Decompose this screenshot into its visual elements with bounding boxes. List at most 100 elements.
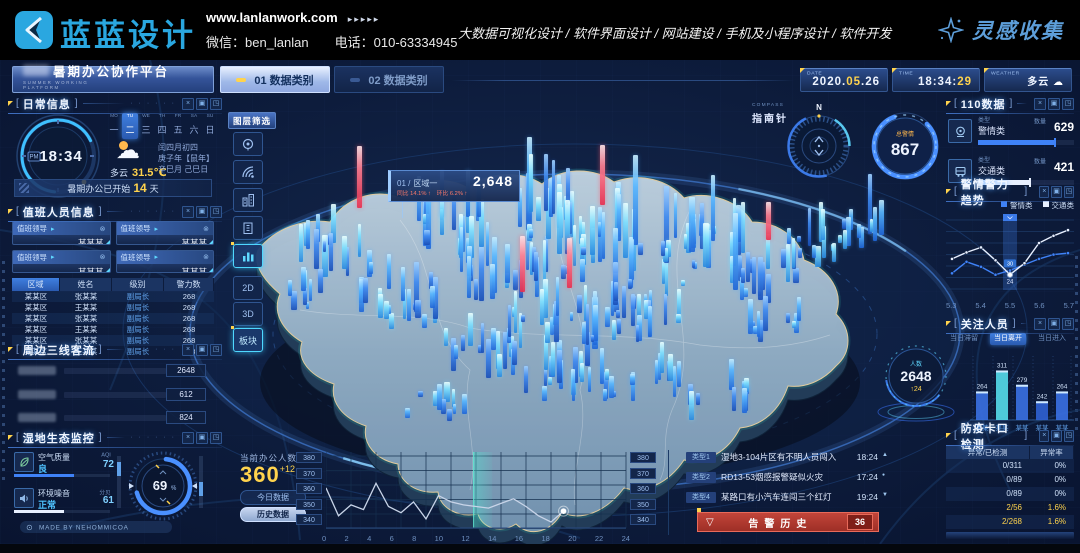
speaker-icon bbox=[14, 488, 34, 508]
close-icon[interactable]: × bbox=[182, 344, 194, 356]
compass-widget[interactable]: COMPASS 指南针 N bbox=[750, 102, 860, 186]
layer-button-building[interactable] bbox=[233, 188, 263, 212]
scroll-up-icon[interactable]: ▲ bbox=[882, 452, 888, 458]
close-icon[interactable]: ⊗ bbox=[100, 253, 106, 261]
summer-notice-bar: 暑期办公已开始14天 bbox=[14, 179, 212, 197]
checkpoint-footer bbox=[946, 532, 1074, 539]
checkpoint-col-header: 异常率 bbox=[1030, 446, 1074, 459]
tooltip-yoy: 同比 14.1% ↑ bbox=[397, 190, 431, 196]
focus-tab-enter[interactable]: 当日进入 bbox=[1034, 333, 1070, 345]
window-icon[interactable]: ▣ bbox=[1048, 98, 1060, 110]
alert-row[interactable]: 类型2RD13-53烟感报警疑似火灾17:24 bbox=[686, 470, 878, 484]
duty-card-name: 某某某 bbox=[13, 235, 110, 245]
duty-leader-card[interactable]: 值班领导▸⊗某某某 bbox=[12, 221, 111, 245]
logo-text: 蓝蓝设计 bbox=[60, 10, 196, 55]
close-icon[interactable]: × bbox=[182, 206, 194, 218]
window-icon[interactable]: ▣ bbox=[1051, 430, 1061, 442]
tab-led bbox=[350, 78, 360, 82]
duty-cell: 268 bbox=[164, 313, 214, 324]
alert-text: RD13-53烟感报警疑似火灾 bbox=[716, 471, 848, 483]
week-day[interactable]: SU日 bbox=[202, 113, 218, 139]
week-day-cn: 一 bbox=[106, 123, 122, 136]
close-icon[interactable]: × bbox=[1034, 98, 1046, 110]
close-icon[interactable]: × bbox=[182, 98, 194, 110]
svg-text:-: - bbox=[153, 481, 156, 490]
expand-icon[interactable]: ◳ bbox=[1062, 318, 1074, 330]
duty-table-header: 区域姓名级别警力数 bbox=[12, 278, 214, 291]
phone-label: 电话：010-63334945 bbox=[335, 35, 458, 50]
layer-button-signal[interactable] bbox=[233, 160, 263, 184]
checkpoint-detected: 0/89 bbox=[946, 487, 1030, 501]
close-icon[interactable]: × bbox=[182, 432, 194, 444]
alert-row[interactable]: 类型4某路口有小汽车连闯三个红灯19:24 bbox=[686, 490, 878, 504]
checkpoint-detected: 2/56 bbox=[946, 501, 1030, 515]
close-icon[interactable]: ⊗ bbox=[100, 225, 106, 233]
week-day[interactable]: WE三 bbox=[138, 113, 154, 139]
week-day-cn: 日 bbox=[202, 123, 218, 136]
trend-x-tick: 5.5 bbox=[1005, 301, 1015, 310]
tab-data-category-2[interactable]: 02 数据类别 bbox=[334, 66, 444, 93]
office-line-chart bbox=[326, 452, 628, 534]
svg-text:311: 311 bbox=[997, 362, 1008, 369]
corner-accent bbox=[8, 101, 13, 106]
expand-icon[interactable]: ◳ bbox=[1062, 98, 1074, 110]
close-icon[interactable]: ⊗ bbox=[203, 225, 209, 233]
duty-role-label: 值班领导 bbox=[121, 223, 151, 234]
duty-leader-card[interactable]: 值班领导▸⊗某某某 bbox=[116, 250, 215, 274]
redacted-city-name bbox=[23, 65, 49, 76]
flow-row: 824 bbox=[14, 411, 212, 425]
air-quality-bar bbox=[14, 474, 110, 477]
office-y-tick: 350 bbox=[630, 499, 656, 510]
expand-icon[interactable]: ◳ bbox=[210, 432, 222, 444]
trend-x-tick: 5.6 bbox=[1034, 301, 1044, 310]
scroll-down-icon[interactable]: ▼ bbox=[882, 492, 888, 498]
expand-icon[interactable]: ◳ bbox=[210, 98, 222, 110]
expand-icon[interactable]: ◳ bbox=[1064, 186, 1074, 198]
alarm-bar bbox=[978, 140, 1074, 145]
close-icon[interactable]: × bbox=[1039, 186, 1049, 198]
expand-icon[interactable]: ◳ bbox=[210, 344, 222, 356]
layer-button-bar-chart[interactable] bbox=[233, 244, 263, 268]
inspiration-collect[interactable]: 灵感收集 bbox=[938, 15, 1064, 45]
expand-icon[interactable]: ◳ bbox=[210, 206, 222, 218]
checkpoint-rate: 1.6% bbox=[1030, 501, 1074, 515]
close-icon[interactable]: ⊗ bbox=[203, 253, 209, 261]
duty-cell: 王某某 bbox=[60, 324, 112, 335]
checkpoint-detected: 0/311 bbox=[946, 459, 1030, 473]
window-icon[interactable]: ▣ bbox=[196, 98, 208, 110]
close-icon[interactable]: × bbox=[1034, 318, 1046, 330]
close-icon[interactable]: × bbox=[1039, 430, 1049, 442]
week-day[interactable]: TH四 bbox=[154, 113, 170, 139]
week-day[interactable]: FR五 bbox=[170, 113, 186, 139]
duty-leader-card[interactable]: 值班领导▸⊗某某某 bbox=[116, 221, 215, 245]
layer-button-3d[interactable]: 3D bbox=[233, 302, 263, 326]
layer-button-camera[interactable] bbox=[233, 132, 263, 156]
alert-row[interactable]: 类型1湿地3-104片区有不明人员闯入18:24 bbox=[686, 450, 878, 464]
layer-button-2d[interactable]: 2D bbox=[233, 276, 263, 300]
tooltip-stem bbox=[402, 202, 403, 218]
duty-leader-card[interactable]: 值班领导▸⊗某某某 bbox=[12, 250, 111, 274]
office-x-tick: 0 bbox=[322, 534, 326, 543]
checkpoint-rate: 0% bbox=[1030, 459, 1074, 473]
week-day-cn: 三 bbox=[138, 123, 154, 136]
window-icon[interactable]: ▣ bbox=[196, 206, 208, 218]
website-line[interactable]: www.lanlanwork.com▸▸▸▸▸ bbox=[206, 10, 380, 25]
duty-cell: 某某区 bbox=[12, 324, 60, 335]
alarm-camera-icon bbox=[948, 119, 972, 143]
duty-card-role-row: 值班领导▸⊗ bbox=[117, 222, 214, 235]
window-icon[interactable]: ▣ bbox=[196, 432, 208, 444]
duty-leader-cards: 值班领导▸⊗某某某值班领导▸⊗某某某值班领导▸⊗某某某值班领导▸⊗某某某 bbox=[12, 221, 214, 273]
window-icon[interactable]: ▣ bbox=[1051, 186, 1061, 198]
expand-icon[interactable]: ◳ bbox=[1064, 430, 1074, 442]
tab-data-category-1[interactable]: 01 数据类别 bbox=[220, 66, 330, 93]
layer-button-door[interactable] bbox=[233, 216, 263, 240]
window-icon[interactable]: ▣ bbox=[196, 344, 208, 356]
layer-button-blocks[interactable]: 板块 bbox=[233, 328, 263, 352]
week-day[interactable]: SA六 bbox=[186, 113, 202, 139]
platform-subtitle: SUMMER WORKING PLATFORM bbox=[23, 80, 128, 90]
focus-tab-left[interactable]: 当日离开 bbox=[990, 333, 1026, 345]
table-row: 0/890% bbox=[946, 473, 1074, 487]
slider-track-left[interactable] bbox=[117, 456, 121, 508]
window-icon[interactable]: ▣ bbox=[1048, 318, 1060, 330]
alert-history-banner[interactable]: ▽ 告警历史 36 bbox=[697, 512, 879, 532]
